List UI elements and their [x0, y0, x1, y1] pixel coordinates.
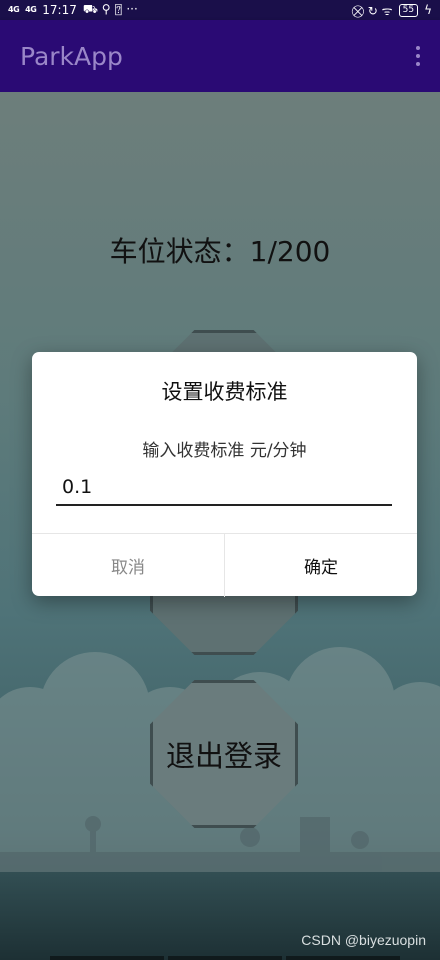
cancel-button[interactable]: 取消: [32, 534, 225, 597]
signal-icon-2: 4G: [25, 5, 37, 14]
watermark: CSDN @biyezuopin: [301, 932, 426, 948]
logout-button[interactable]: 退出登录: [150, 680, 298, 828]
battery-icon: 55: [398, 3, 419, 17]
parking-status-text: 车位状态：1/200: [109, 235, 331, 268]
logout-label: 退出登录: [165, 739, 282, 773]
signal-icon-1: 4G: [8, 5, 20, 14]
confirm-button[interactable]: 确定: [225, 534, 417, 597]
overflow-menu-icon[interactable]: [416, 46, 420, 66]
dialog-title: 设置收费标准: [161, 380, 288, 404]
notification-icons: ⛟ ⚲ ⍰ ···: [82, 2, 138, 16]
bottom-edge: [50, 956, 400, 960]
status-icons: ⛒ ↻ ᯤ: [351, 3, 393, 18]
status-bar: 4G 4G 17:17 ⛟ ⚲ ⍰ ··· ⛒ ↻ ᯤ 55 ϟ: [0, 0, 440, 20]
fee-setting-dialog: 设置收费标准 输入收费标准 元/分钟 取消 确定: [32, 352, 417, 597]
clock: 17:17: [42, 3, 77, 17]
dialog-buttons: 取消 确定: [32, 533, 417, 597]
fee-input[interactable]: [56, 470, 392, 506]
charging-icon: ϟ: [424, 3, 432, 17]
status-left: 4G 4G 17:17 ⛟ ⚲ ⍰ ···: [8, 2, 138, 18]
app-bar: ParkApp: [0, 20, 440, 92]
dialog-message: 输入收费标准 元/分钟: [142, 441, 307, 461]
app-title: ParkApp: [20, 41, 123, 71]
status-right: ⛒ ↻ ᯤ 55 ϟ: [352, 2, 432, 19]
